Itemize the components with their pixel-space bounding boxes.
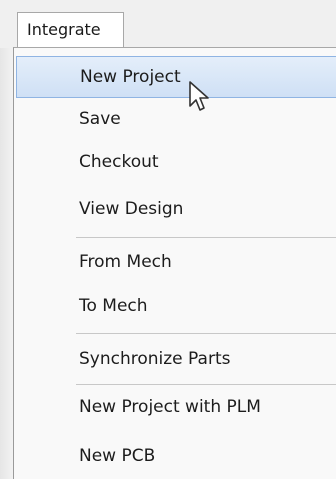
menu-item-label: New PCB xyxy=(79,446,156,466)
menu-item-from-mech[interactable]: From Mech xyxy=(16,241,336,283)
menu-item-new-project-with-plm[interactable]: New Project with PLM xyxy=(16,386,336,428)
menu-separator xyxy=(76,333,336,334)
menu-item-label: To Mech xyxy=(79,296,148,316)
menu-shadow xyxy=(0,48,13,479)
menu-item-view-design[interactable]: View Design xyxy=(16,188,336,230)
menu-item-label: Synchronize Parts xyxy=(79,349,231,369)
menu-separator xyxy=(76,237,336,238)
integrate-dropdown-menu: New Project Save Checkout View Design Fr… xyxy=(13,47,336,479)
menu-item-label: View Design xyxy=(79,199,184,219)
menu-item-to-mech[interactable]: To Mech xyxy=(16,285,336,327)
menu-item-checkout[interactable]: Checkout xyxy=(16,141,336,183)
menu-item-new-pcb[interactable]: New PCB xyxy=(16,435,336,477)
menu-item-label: Save xyxy=(79,109,121,129)
mouse-pointer-icon xyxy=(189,81,209,111)
menu-integrate[interactable]: Integrate xyxy=(17,12,124,48)
menu-item-synchronize-parts[interactable]: Synchronize Parts xyxy=(16,338,336,380)
menu-item-label: From Mech xyxy=(79,252,172,272)
menu-item-label: New Project with PLM xyxy=(79,397,261,417)
menu-bar: Integrate xyxy=(0,0,336,50)
menu-item-new-project[interactable]: New Project xyxy=(16,56,336,98)
menu-item-label: Checkout xyxy=(79,152,159,172)
menu-item-label: New Project xyxy=(80,67,181,87)
menu-separator xyxy=(76,384,336,385)
menu-item-save[interactable]: Save xyxy=(16,98,336,140)
